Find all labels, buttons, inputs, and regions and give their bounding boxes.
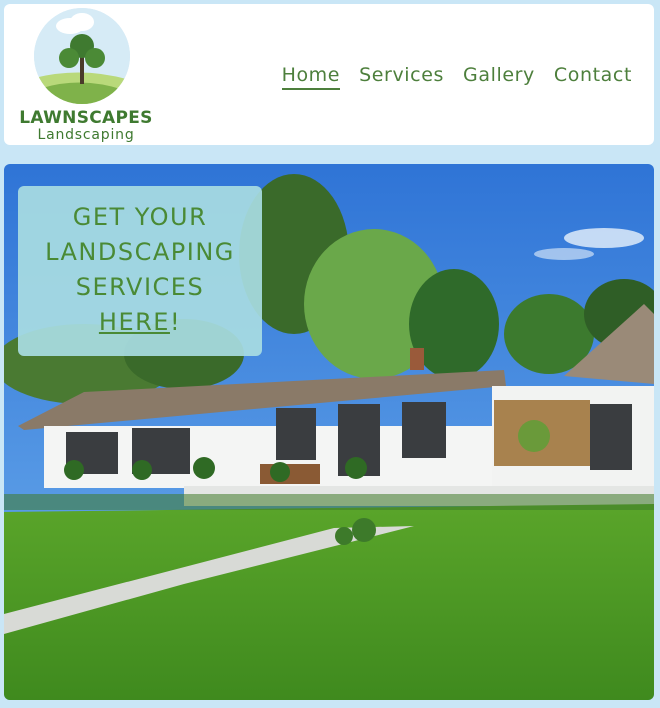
nav-services[interactable]: Services [359, 64, 444, 90]
tree-icon [34, 8, 130, 104]
nav-gallery[interactable]: Gallery [463, 64, 535, 90]
cta-line-1: GET YOUR [72, 203, 208, 231]
cta-line-3: SERVICES [75, 273, 205, 301]
logo[interactable]: LAWNSCAPES Landscaping [16, 8, 156, 143]
hero: GET YOUR LANDSCAPING SERVICES HERE! [4, 164, 654, 700]
main-nav: Home Services Gallery Contact [281, 64, 632, 90]
nav-home[interactable]: Home [281, 64, 341, 90]
logo-subtitle: Landscaping [37, 127, 135, 143]
site-header: LAWNSCAPES Landscaping Home Services Gal… [4, 4, 654, 145]
cta-suffix: ! [169, 308, 182, 336]
logo-title: LAWNSCAPES [19, 108, 153, 128]
cta-line-2: LANDSCAPING [45, 238, 235, 266]
cta-here-link[interactable]: HERE [99, 308, 170, 336]
cta-box: GET YOUR LANDSCAPING SERVICES HERE! [18, 186, 262, 356]
nav-contact[interactable]: Contact [554, 64, 632, 90]
cta-line-4: HERE! [18, 305, 262, 340]
